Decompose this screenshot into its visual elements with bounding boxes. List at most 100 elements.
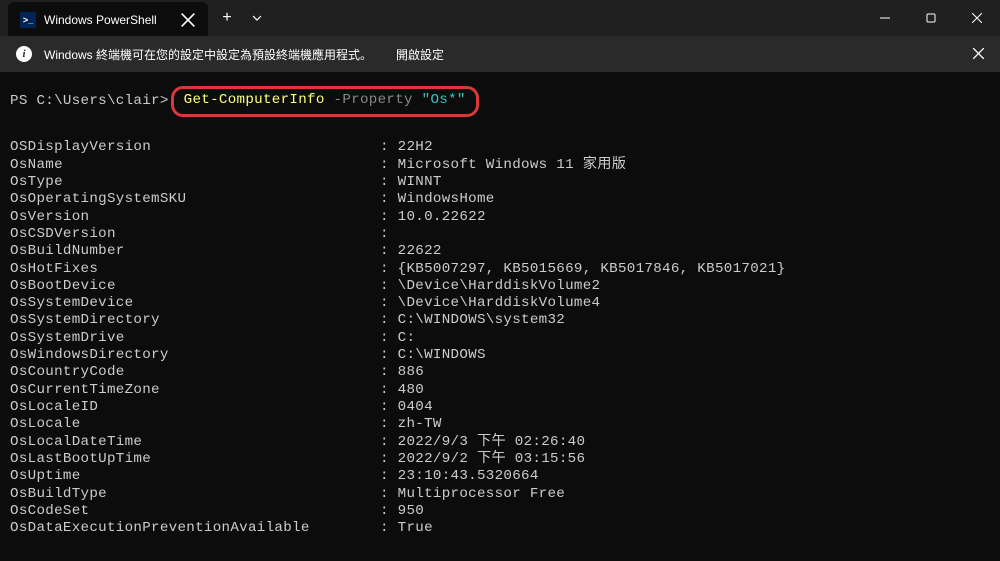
property-value: 10.0.22622 bbox=[398, 209, 486, 226]
property-value: 22H2 bbox=[398, 139, 433, 156]
tab-title: Windows PowerShell bbox=[44, 13, 172, 27]
property-separator: : bbox=[380, 382, 398, 399]
property-value: \Device\HarddiskVolume2 bbox=[398, 278, 601, 295]
property-key: OsUptime bbox=[10, 468, 380, 485]
property-value: True bbox=[398, 520, 433, 537]
property-separator: : bbox=[380, 295, 398, 312]
cmd-string: "Os*" bbox=[422, 92, 466, 109]
close-tab-icon[interactable] bbox=[180, 12, 196, 28]
property-key: OsLastBootUpTime bbox=[10, 451, 380, 468]
open-settings-link[interactable]: 開啟設定 bbox=[396, 46, 444, 63]
close-window-button[interactable] bbox=[954, 0, 1000, 36]
property-line: OsUptime: 23:10:43.5320664 bbox=[10, 468, 990, 485]
property-separator: : bbox=[380, 347, 398, 364]
property-line: OsSystemDirectory: C:\WINDOWS\system32 bbox=[10, 312, 990, 329]
infobar-message: Windows 終端機可在您的設定中設定為預設終端機應用程式。 bbox=[44, 46, 372, 63]
property-key: OsSystemDirectory bbox=[10, 312, 380, 329]
property-line: OsWindowsDirectory: C:\WINDOWS bbox=[10, 347, 990, 364]
property-line: OsBootDevice: \Device\HarddiskVolume2 bbox=[10, 278, 990, 295]
prompt-line: PS C:\Users\clair> Get-ComputerInfo -Pro… bbox=[10, 86, 990, 117]
property-separator: : bbox=[380, 486, 398, 503]
property-value: 886 bbox=[398, 364, 424, 381]
minimize-button[interactable] bbox=[862, 0, 908, 36]
property-key: OsLocaleID bbox=[10, 399, 380, 416]
cmd-param: -Property bbox=[334, 92, 413, 109]
property-value: 480 bbox=[398, 382, 424, 399]
property-separator: : bbox=[380, 434, 398, 451]
property-line: OsCodeSet: 950 bbox=[10, 503, 990, 520]
property-line: OsType: WINNT bbox=[10, 174, 990, 191]
highlighted-command: Get-ComputerInfo -Property "Os*" bbox=[171, 86, 479, 117]
property-separator: : bbox=[380, 520, 398, 537]
property-separator: : bbox=[380, 399, 398, 416]
powershell-icon: >_ bbox=[20, 12, 36, 28]
property-separator: : bbox=[380, 209, 398, 226]
maximize-button[interactable] bbox=[908, 0, 954, 36]
property-value: 2022/9/2 下午 03:15:56 bbox=[398, 451, 586, 468]
property-line: OsCSDVersion: bbox=[10, 226, 990, 243]
property-line: OsBuildType: Multiprocessor Free bbox=[10, 486, 990, 503]
property-line: OsOperatingSystemSKU: WindowsHome bbox=[10, 191, 990, 208]
infobar: i Windows 終端機可在您的設定中設定為預設終端機應用程式。 開啟設定 bbox=[0, 36, 1000, 72]
infobar-close-icon[interactable] bbox=[973, 46, 984, 62]
property-key: OsCurrentTimeZone bbox=[10, 382, 380, 399]
property-line: OsCountryCode: 886 bbox=[10, 364, 990, 381]
property-value: C:\WINDOWS bbox=[398, 347, 486, 364]
property-line: OsLocaleID: 0404 bbox=[10, 399, 990, 416]
terminal-content[interactable]: PS C:\Users\clair> Get-ComputerInfo -Pro… bbox=[0, 72, 1000, 552]
property-separator: : bbox=[380, 191, 398, 208]
property-separator: : bbox=[380, 226, 398, 243]
property-line: OsName: Microsoft Windows 11 家用版 bbox=[10, 157, 990, 174]
property-key: OSDisplayVersion bbox=[10, 139, 380, 156]
property-key: OsBootDevice bbox=[10, 278, 380, 295]
property-line: OsLocale: zh-TW bbox=[10, 416, 990, 433]
tab-dropdown-button[interactable] bbox=[242, 3, 272, 33]
property-key: OsVersion bbox=[10, 209, 380, 226]
property-key: OsSystemDrive bbox=[10, 330, 380, 347]
property-line: OsVersion: 10.0.22622 bbox=[10, 209, 990, 226]
property-value: \Device\HarddiskVolume4 bbox=[398, 295, 601, 312]
property-key: OsHotFixes bbox=[10, 261, 380, 278]
property-separator: : bbox=[380, 261, 398, 278]
new-tab-button[interactable]: + bbox=[212, 3, 242, 33]
property-key: OsSystemDevice bbox=[10, 295, 380, 312]
property-value: 2022/9/3 下午 02:26:40 bbox=[398, 434, 586, 451]
property-separator: : bbox=[380, 468, 398, 485]
property-value: 0404 bbox=[398, 399, 433, 416]
property-separator: : bbox=[380, 503, 398, 520]
property-key: OsName bbox=[10, 157, 380, 174]
property-key: OsLocalDateTime bbox=[10, 434, 380, 451]
property-key: OsBuildNumber bbox=[10, 243, 380, 260]
titlebar: >_ Windows PowerShell + bbox=[0, 0, 1000, 36]
property-value: C: bbox=[398, 330, 416, 347]
property-value: {KB5007297, KB5015669, KB5017846, KB5017… bbox=[398, 261, 786, 278]
property-key: OsWindowsDirectory bbox=[10, 347, 380, 364]
property-line: OsLastBootUpTime: 2022/9/2 下午 03:15:56 bbox=[10, 451, 990, 468]
cmdlet: Get-ComputerInfo bbox=[184, 92, 325, 109]
property-line: OsBuildNumber: 22622 bbox=[10, 243, 990, 260]
tab-powershell[interactable]: >_ Windows PowerShell bbox=[8, 2, 208, 38]
property-key: OsBuildType bbox=[10, 486, 380, 503]
property-separator: : bbox=[380, 416, 398, 433]
property-line: OsCurrentTimeZone: 480 bbox=[10, 382, 990, 399]
property-line: OsLocalDateTime: 2022/9/3 下午 02:26:40 bbox=[10, 434, 990, 451]
window-controls bbox=[862, 0, 1000, 36]
property-separator: : bbox=[380, 278, 398, 295]
property-line: OsHotFixes: {KB5007297, KB5015669, KB501… bbox=[10, 261, 990, 278]
property-key: OsLocale bbox=[10, 416, 380, 433]
property-value: WindowsHome bbox=[398, 191, 495, 208]
property-value: Microsoft Windows 11 家用版 bbox=[398, 157, 627, 174]
property-key: OsCodeSet bbox=[10, 503, 380, 520]
property-separator: : bbox=[380, 451, 398, 468]
property-value: 23:10:43.5320664 bbox=[398, 468, 539, 485]
property-value: WINNT bbox=[398, 174, 442, 191]
property-separator: : bbox=[380, 157, 398, 174]
property-value: 950 bbox=[398, 503, 424, 520]
property-line: OsSystemDrive: C: bbox=[10, 330, 990, 347]
property-separator: : bbox=[380, 364, 398, 381]
prompt-text: PS C:\Users\clair> bbox=[10, 93, 169, 110]
property-separator: : bbox=[380, 174, 398, 191]
property-line: OsSystemDevice: \Device\HarddiskVolume4 bbox=[10, 295, 990, 312]
property-separator: : bbox=[380, 312, 398, 329]
property-key: OsOperatingSystemSKU bbox=[10, 191, 380, 208]
